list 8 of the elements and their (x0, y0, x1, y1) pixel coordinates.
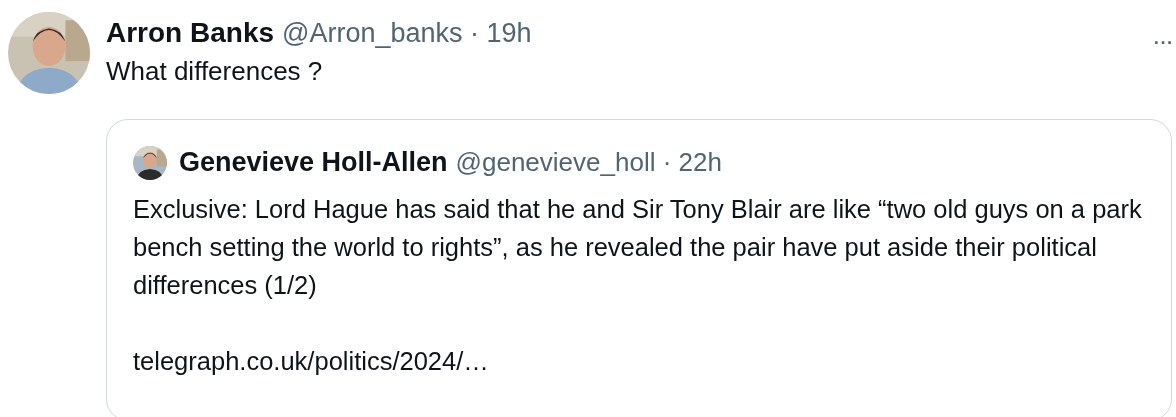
handle-and-time: @genevieve_holl · 22h (455, 147, 722, 179)
handle-and-time: @Arron_banks · 19h (282, 17, 532, 50)
more-menu-icon[interactable]: ··· (1152, 28, 1172, 54)
link[interactable]: telegraph.co.uk/politics/2024/… (133, 342, 1145, 381)
author-name[interactable]: Arron Banks (106, 16, 275, 50)
author-name[interactable]: Genevieve Holl-Allen (179, 146, 448, 179)
quoted-tweet-text: Exclusive: Lord Hague has said that he and Sir Tony Blair are like “two old guys on a park bench setting the world to rights”, as he revealed the pair have put aside their political differences (1/2) (133, 194, 1143, 302)
tweet-text: What differences ? (106, 55, 324, 88)
